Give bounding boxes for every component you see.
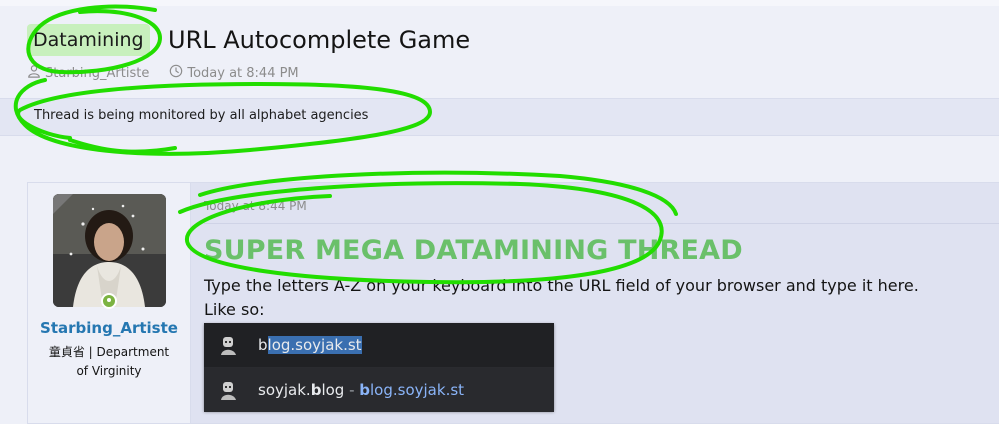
post-text-line: Like so: xyxy=(204,300,265,319)
top-bar xyxy=(0,0,999,6)
autocomplete-part: soyjak. xyxy=(258,381,311,399)
avatar[interactable] xyxy=(53,194,166,307)
user-title-line2: of Virginity xyxy=(76,364,142,378)
autocomplete-separator: - xyxy=(344,381,360,399)
autocomplete-text: blog.soyjak.st xyxy=(258,336,362,354)
post: Starbing_Artiste 童貞省 | Department of Vir… xyxy=(27,182,999,424)
autocomplete-url: log.soyjak.st xyxy=(370,381,465,399)
post-body: Today at 8:44 PM SUPER MEGA DATAMINING T… xyxy=(191,183,999,423)
online-status-icon xyxy=(101,293,117,309)
thread-prefix-badge[interactable]: Datamining xyxy=(27,24,150,56)
post-username[interactable]: Starbing_Artiste xyxy=(28,319,190,337)
site-favicon-icon xyxy=(218,379,240,401)
post-date[interactable]: Today at 8:44 PM xyxy=(204,199,307,213)
user-icon xyxy=(27,64,41,82)
thread-notice: Thread is being monitored by all alphabe… xyxy=(0,98,999,136)
thread-meta: Starbing_Artiste Today at 8:44 PM xyxy=(27,64,299,82)
post-text-line: Type the letters A-Z on your keyboard in… xyxy=(204,276,919,295)
autocomplete-match: b xyxy=(310,381,322,399)
thread-time[interactable]: Today at 8:44 PM xyxy=(187,66,298,81)
autocomplete-url-match: b xyxy=(359,381,371,399)
autocomplete-typed: b xyxy=(258,336,268,354)
autocomplete-row: blog.soyjak.st xyxy=(204,323,554,368)
clock-icon xyxy=(169,64,183,82)
autocomplete-part: log xyxy=(321,381,345,399)
autocomplete-row: soyjak.blog - blog.soyjak.st xyxy=(204,368,554,412)
thread-author-link[interactable]: Starbing_Artiste xyxy=(45,66,149,81)
thread-notice-text: Thread is being monitored by all alphabe… xyxy=(34,108,369,123)
thread-title: URL Autocomplete Game xyxy=(168,26,471,54)
user-title-line1: 童貞省 | Department xyxy=(48,345,170,359)
site-favicon-icon xyxy=(218,334,240,356)
post-heading: SUPER MEGA DATAMINING THREAD xyxy=(204,235,743,266)
autocomplete-selection: log.soyjak.st xyxy=(267,336,362,354)
post-user-panel: Starbing_Artiste 童貞省 | Department of Vir… xyxy=(28,183,191,423)
autocomplete-screenshot: blog.soyjak.st soyjak.blog - blog.soyjak… xyxy=(204,323,554,412)
autocomplete-text: soyjak.blog - blog.soyjak.st xyxy=(258,381,464,399)
divider xyxy=(204,223,999,224)
user-title: 童貞省 | Department of Virginity xyxy=(38,343,180,381)
